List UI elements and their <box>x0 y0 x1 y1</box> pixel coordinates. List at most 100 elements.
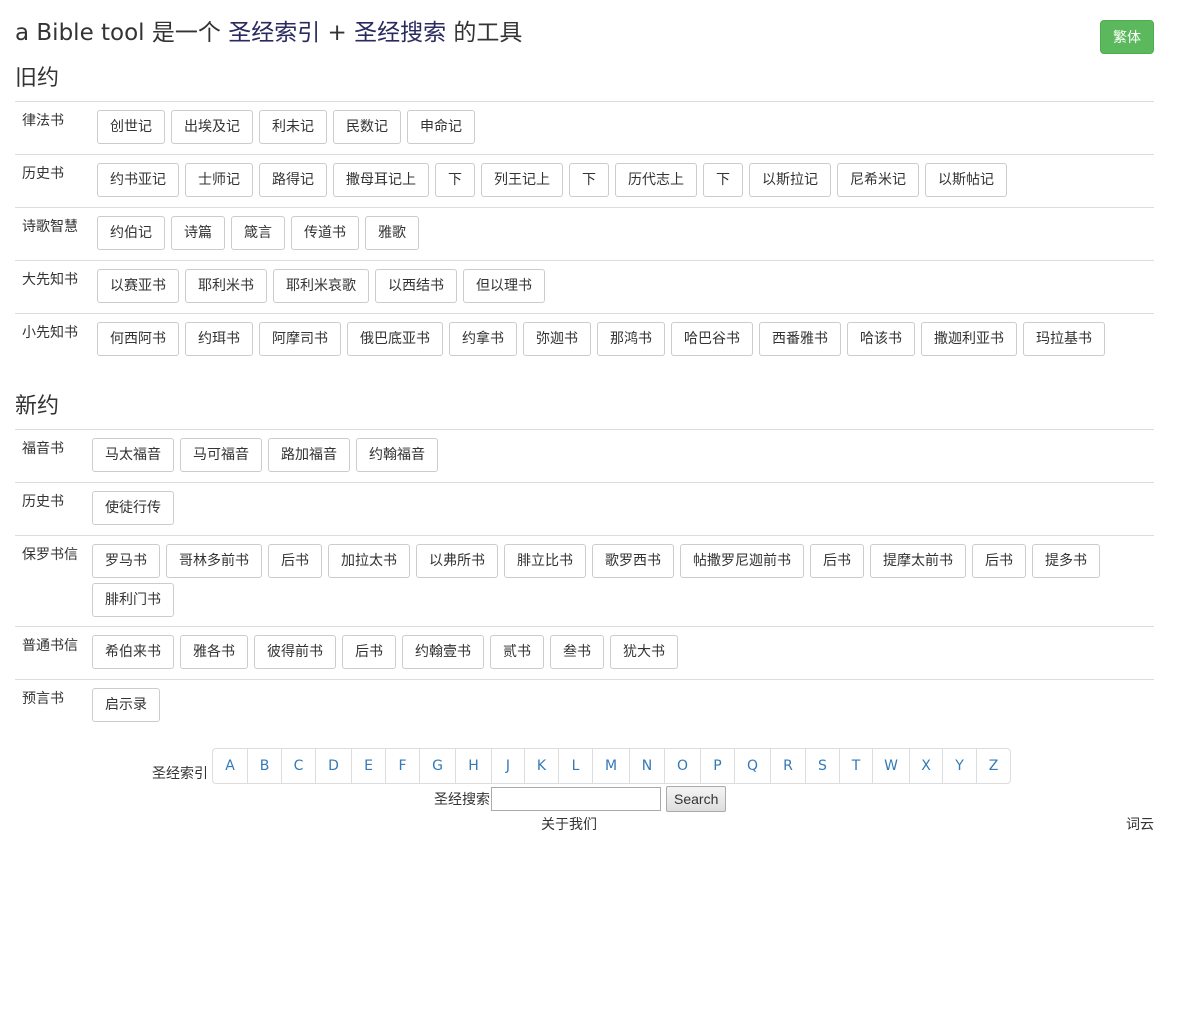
book-button[interactable]: 雅歌 <box>365 216 419 250</box>
book-button[interactable]: 耶利米书 <box>185 269 267 303</box>
book-button[interactable]: 约拿书 <box>449 322 517 356</box>
book-button[interactable]: 以西结书 <box>375 269 457 303</box>
index-letter-link[interactable]: T <box>839 749 872 783</box>
book-button[interactable]: 后书 <box>268 544 322 578</box>
book-button[interactable]: 俄巴底亚书 <box>347 322 443 356</box>
book-button[interactable]: 提摩太前书 <box>870 544 966 578</box>
book-button[interactable]: 历代志上 <box>615 163 697 197</box>
book-button[interactable]: 撒母耳记上 <box>333 163 429 197</box>
index-letter-link[interactable]: B <box>247 749 281 783</box>
index-letter-link[interactable]: W <box>872 749 909 783</box>
index-letter-link[interactable]: Y <box>942 749 976 783</box>
book-button[interactable]: 彼得前书 <box>254 635 336 669</box>
index-letter-link[interactable]: L <box>558 749 592 783</box>
book-button[interactable]: 犹大书 <box>610 635 678 669</box>
book-button[interactable]: 约翰壹书 <box>402 635 484 669</box>
bible-index-bar: 圣经索引 ABCDEFGHJKLMNOPQRSTWXYZ <box>152 748 1011 784</box>
traditional-chinese-button[interactable]: 繁体 <box>1100 20 1154 54</box>
book-button[interactable]: 撒迦利亚书 <box>921 322 1017 356</box>
index-letter-link[interactable]: D <box>315 749 351 783</box>
index-letter-link[interactable]: X <box>909 749 942 783</box>
book-button[interactable]: 腓利门书 <box>92 583 174 617</box>
book-button[interactable]: 哈该书 <box>847 322 915 356</box>
book-button[interactable]: 以赛亚书 <box>97 269 179 303</box>
index-letter-link[interactable]: R <box>770 749 805 783</box>
book-button[interactable]: 帖撒罗尼迦前书 <box>680 544 804 578</box>
search-button[interactable]: Search <box>666 786 727 812</box>
book-button[interactable]: 约伯记 <box>97 216 165 250</box>
word-cloud-link[interactable]: 词云 <box>1126 814 1154 834</box>
book-button[interactable]: 弥迦书 <box>523 322 591 356</box>
book-button[interactable]: 以斯拉记 <box>749 163 831 197</box>
book-button[interactable]: 出埃及记 <box>171 110 253 144</box>
title-index-link[interactable]: 圣经索引 <box>228 20 320 46</box>
index-letter-link[interactable]: A <box>213 749 247 783</box>
book-button[interactable]: 马太福音 <box>92 438 174 472</box>
book-button[interactable]: 路得记 <box>259 163 327 197</box>
book-button[interactable]: 何西阿书 <box>97 322 179 356</box>
index-letter-link[interactable]: K <box>524 749 558 783</box>
book-button[interactable]: 西番雅书 <box>759 322 841 356</box>
book-button[interactable]: 箴言 <box>231 216 285 250</box>
index-letter-link[interactable]: Q <box>734 749 770 783</box>
book-button[interactable]: 腓立比书 <box>504 544 586 578</box>
book-button[interactable]: 创世记 <box>97 110 165 144</box>
index-letter-link[interactable]: H <box>455 749 491 783</box>
index-letter-link[interactable]: G <box>419 749 455 783</box>
book-button[interactable]: 下 <box>703 163 743 197</box>
index-letter-link[interactable]: S <box>805 749 839 783</box>
book-button[interactable]: 以斯帖记 <box>925 163 1007 197</box>
search-input[interactable] <box>491 787 661 811</box>
book-button[interactable]: 马可福音 <box>180 438 262 472</box>
index-letter-link[interactable]: F <box>385 749 419 783</box>
index-letter-link[interactable]: P <box>700 749 734 783</box>
book-button[interactable]: 后书 <box>810 544 864 578</box>
book-button[interactable]: 叁书 <box>550 635 604 669</box>
about-us-link[interactable]: 关于我们 <box>541 814 597 834</box>
book-button[interactable]: 使徒行传 <box>92 491 174 525</box>
book-button[interactable]: 约珥书 <box>185 322 253 356</box>
book-button[interactable]: 后书 <box>972 544 1026 578</box>
book-button[interactable]: 后书 <box>342 635 396 669</box>
book-button[interactable]: 哥林多前书 <box>166 544 262 578</box>
book-button[interactable]: 诗篇 <box>171 216 225 250</box>
book-button[interactable]: 利未记 <box>259 110 327 144</box>
index-letter-link[interactable]: E <box>351 749 385 783</box>
book-button[interactable]: 加拉太书 <box>328 544 410 578</box>
book-button[interactable]: 耶利米哀歌 <box>273 269 369 303</box>
book-button[interactable]: 提多书 <box>1032 544 1100 578</box>
title-search-link[interactable]: 圣经搜索 <box>354 20 446 46</box>
index-letter-link[interactable]: N <box>629 749 664 783</box>
book-button[interactable]: 传道书 <box>291 216 359 250</box>
category-row: 小先知书 何西阿书 约珥书 阿摩司书 俄巴底亚书 约拿书 弥迦书 那鸿书 哈巴谷书 西番雅书 哈该书… <box>15 313 1154 366</box>
book-button[interactable]: 那鸿书 <box>597 322 665 356</box>
book-button[interactable]: 希伯来书 <box>92 635 174 669</box>
book-button[interactable]: 列王记上 <box>481 163 563 197</box>
book-button[interactable]: 玛拉基书 <box>1023 322 1105 356</box>
book-button[interactable]: 约翰福音 <box>356 438 438 472</box>
book-button[interactable]: 申命记 <box>407 110 475 144</box>
book-button[interactable]: 但以理书 <box>463 269 545 303</box>
book-button[interactable]: 士师记 <box>185 163 253 197</box>
book-button[interactable]: 歌罗西书 <box>592 544 674 578</box>
book-button[interactable]: 贰书 <box>490 635 544 669</box>
index-letter-link[interactable]: Z <box>976 749 1010 783</box>
book-button[interactable]: 罗马书 <box>92 544 160 578</box>
index-letter-link[interactable]: O <box>664 749 700 783</box>
book-button[interactable]: 启示录 <box>92 688 160 722</box>
book-button[interactable]: 下 <box>435 163 475 197</box>
index-letter-link[interactable]: M <box>592 749 629 783</box>
book-button[interactable]: 尼希米记 <box>837 163 919 197</box>
book-button[interactable]: 下 <box>569 163 609 197</box>
index-letter-link[interactable]: C <box>281 749 315 783</box>
category-row: 律法书 创世记 出埃及记 利未记 民数记 申命记 <box>15 101 1154 154</box>
index-letter-link[interactable]: J <box>491 749 524 783</box>
book-button[interactable]: 阿摩司书 <box>259 322 341 356</box>
book-button[interactable]: 路加福音 <box>268 438 350 472</box>
book-button[interactable]: 约书亚记 <box>97 163 179 197</box>
book-button[interactable]: 哈巴谷书 <box>671 322 753 356</box>
book-button[interactable]: 以弗所书 <box>416 544 498 578</box>
category-row: 历史书 使徒行传 <box>15 482 1154 535</box>
book-button[interactable]: 雅各书 <box>180 635 248 669</box>
book-button[interactable]: 民数记 <box>333 110 401 144</box>
